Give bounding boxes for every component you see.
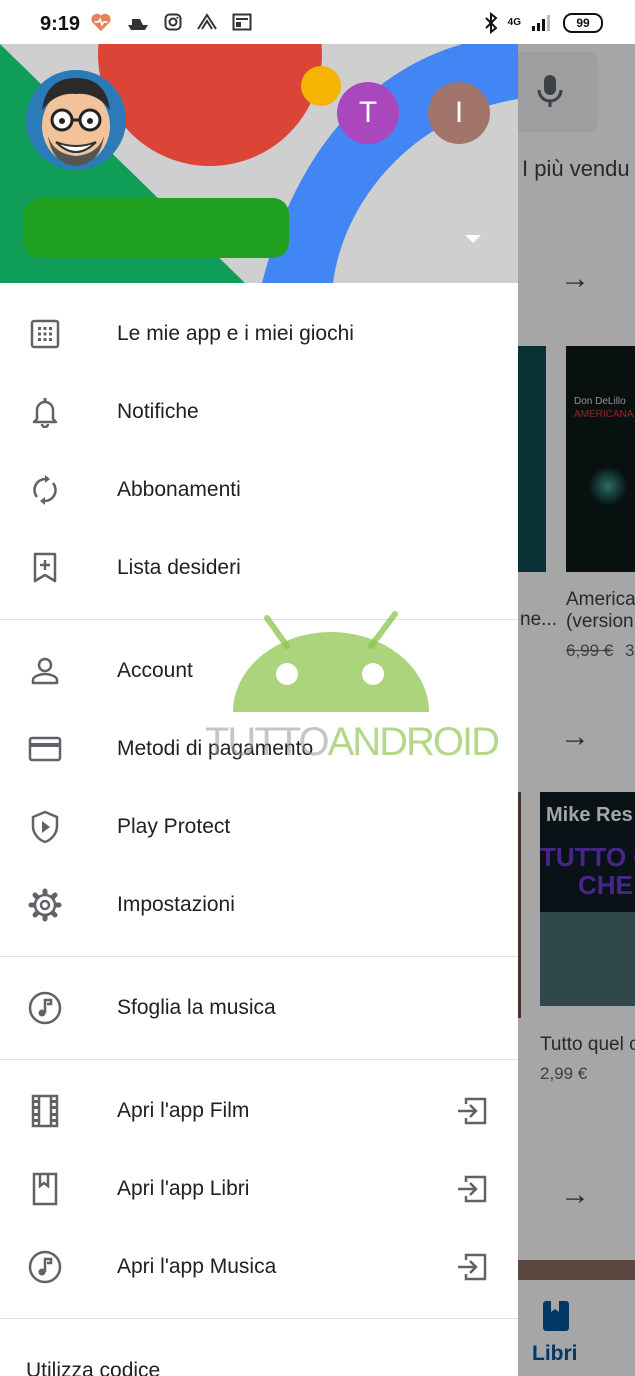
menu-item-wishlist[interactable]: Lista desideri	[0, 529, 518, 607]
status-time: 9:19	[40, 13, 81, 35]
account-name-redacted[interactable]	[24, 198, 289, 258]
sync-icon	[27, 472, 63, 508]
health-icon	[91, 13, 111, 32]
gear-icon	[27, 887, 63, 923]
credit-card-icon	[27, 731, 63, 767]
menu-item-label: Apri l'app Libri	[117, 1177, 250, 1200]
avatar-cartoon-icon	[26, 70, 126, 170]
book-icon	[27, 1171, 63, 1207]
menu-item-label: Apri l'app Film	[117, 1099, 250, 1122]
menu-item-label: Account	[117, 659, 193, 682]
menu-item-label: Metodi di pagamento	[117, 737, 314, 760]
menu-item-my-apps[interactable]: Le mie app e i miei giochi	[0, 295, 518, 373]
news-icon	[232, 13, 252, 31]
divider	[0, 956, 518, 957]
divider	[0, 619, 518, 620]
account-initial: T	[358, 96, 378, 129]
bell-icon	[27, 394, 63, 430]
menu-item-payment-methods[interactable]: Metodi di pagamento	[0, 710, 518, 788]
boat-icon	[128, 19, 148, 30]
chevron-down-icon[interactable]	[464, 233, 482, 245]
menu-item-open-books[interactable]: Apri l'app Libri	[0, 1150, 518, 1228]
menu-item-redeem[interactable]: Utilizza codice	[0, 1331, 518, 1376]
mountain-icon	[197, 13, 217, 30]
menu-item-label: Play Protect	[117, 815, 231, 838]
apps-grid-icon	[27, 316, 63, 352]
menu-item-label: Notifiche	[117, 400, 199, 423]
menu-item-label: Abbonamenti	[117, 478, 241, 501]
redeem-label: Utilizza codice	[26, 1359, 161, 1376]
notification-icons	[90, 12, 252, 32]
signal-icon	[532, 15, 550, 31]
menu-item-open-music[interactable]: Apri l'app Musica	[0, 1228, 518, 1306]
drawer-menu: Le mie app e i miei giochi Notifiche Abb…	[0, 283, 518, 1376]
avatar[interactable]	[26, 70, 126, 170]
menu-item-open-movies[interactable]: Apri l'app Film	[0, 1072, 518, 1150]
open-external-icon	[454, 1171, 490, 1207]
menu-item-subscriptions[interactable]: Abbonamenti	[0, 451, 518, 529]
network-type: 4G	[507, 17, 521, 28]
menu-item-account[interactable]: Account	[0, 632, 518, 710]
menu-item-browse-music[interactable]: Sfoglia la musica	[0, 969, 518, 1047]
person-icon	[27, 653, 63, 689]
account-switch-i[interactable]: I	[428, 82, 490, 144]
menu-item-label: Impostazioni	[117, 893, 235, 916]
music-note-icon	[27, 1249, 63, 1285]
open-external-icon	[454, 1249, 490, 1285]
menu-item-settings[interactable]: Impostazioni	[0, 866, 518, 944]
menu-item-label: Apri l'app Musica	[117, 1255, 277, 1278]
film-icon	[27, 1093, 63, 1129]
battery-indicator: 99	[563, 13, 603, 33]
bluetooth-icon	[484, 12, 498, 34]
divider	[0, 1059, 518, 1060]
status-bar: 9:19 4G 99	[0, 0, 635, 44]
system-icons: 4G 99	[484, 12, 603, 34]
shield-play-icon	[27, 809, 63, 845]
divider	[0, 1318, 518, 1319]
account-switch-t[interactable]: T	[337, 82, 399, 144]
music-note-icon	[27, 990, 63, 1026]
open-external-icon	[454, 1093, 490, 1129]
menu-item-play-protect[interactable]: Play Protect	[0, 788, 518, 866]
bookmark-add-icon	[27, 550, 63, 586]
instagram-icon	[164, 13, 182, 31]
drawer-header: T I	[0, 44, 518, 283]
account-initial: I	[454, 96, 464, 129]
menu-item-label: Sfoglia la musica	[117, 996, 276, 1019]
navigation-drawer: T I Le mie app e i miei giochi Notifiche	[0, 44, 518, 1376]
menu-item-label: Le mie app e i miei giochi	[117, 322, 354, 345]
menu-item-notifications[interactable]: Notifiche	[0, 373, 518, 451]
menu-item-label: Lista desideri	[117, 556, 241, 579]
